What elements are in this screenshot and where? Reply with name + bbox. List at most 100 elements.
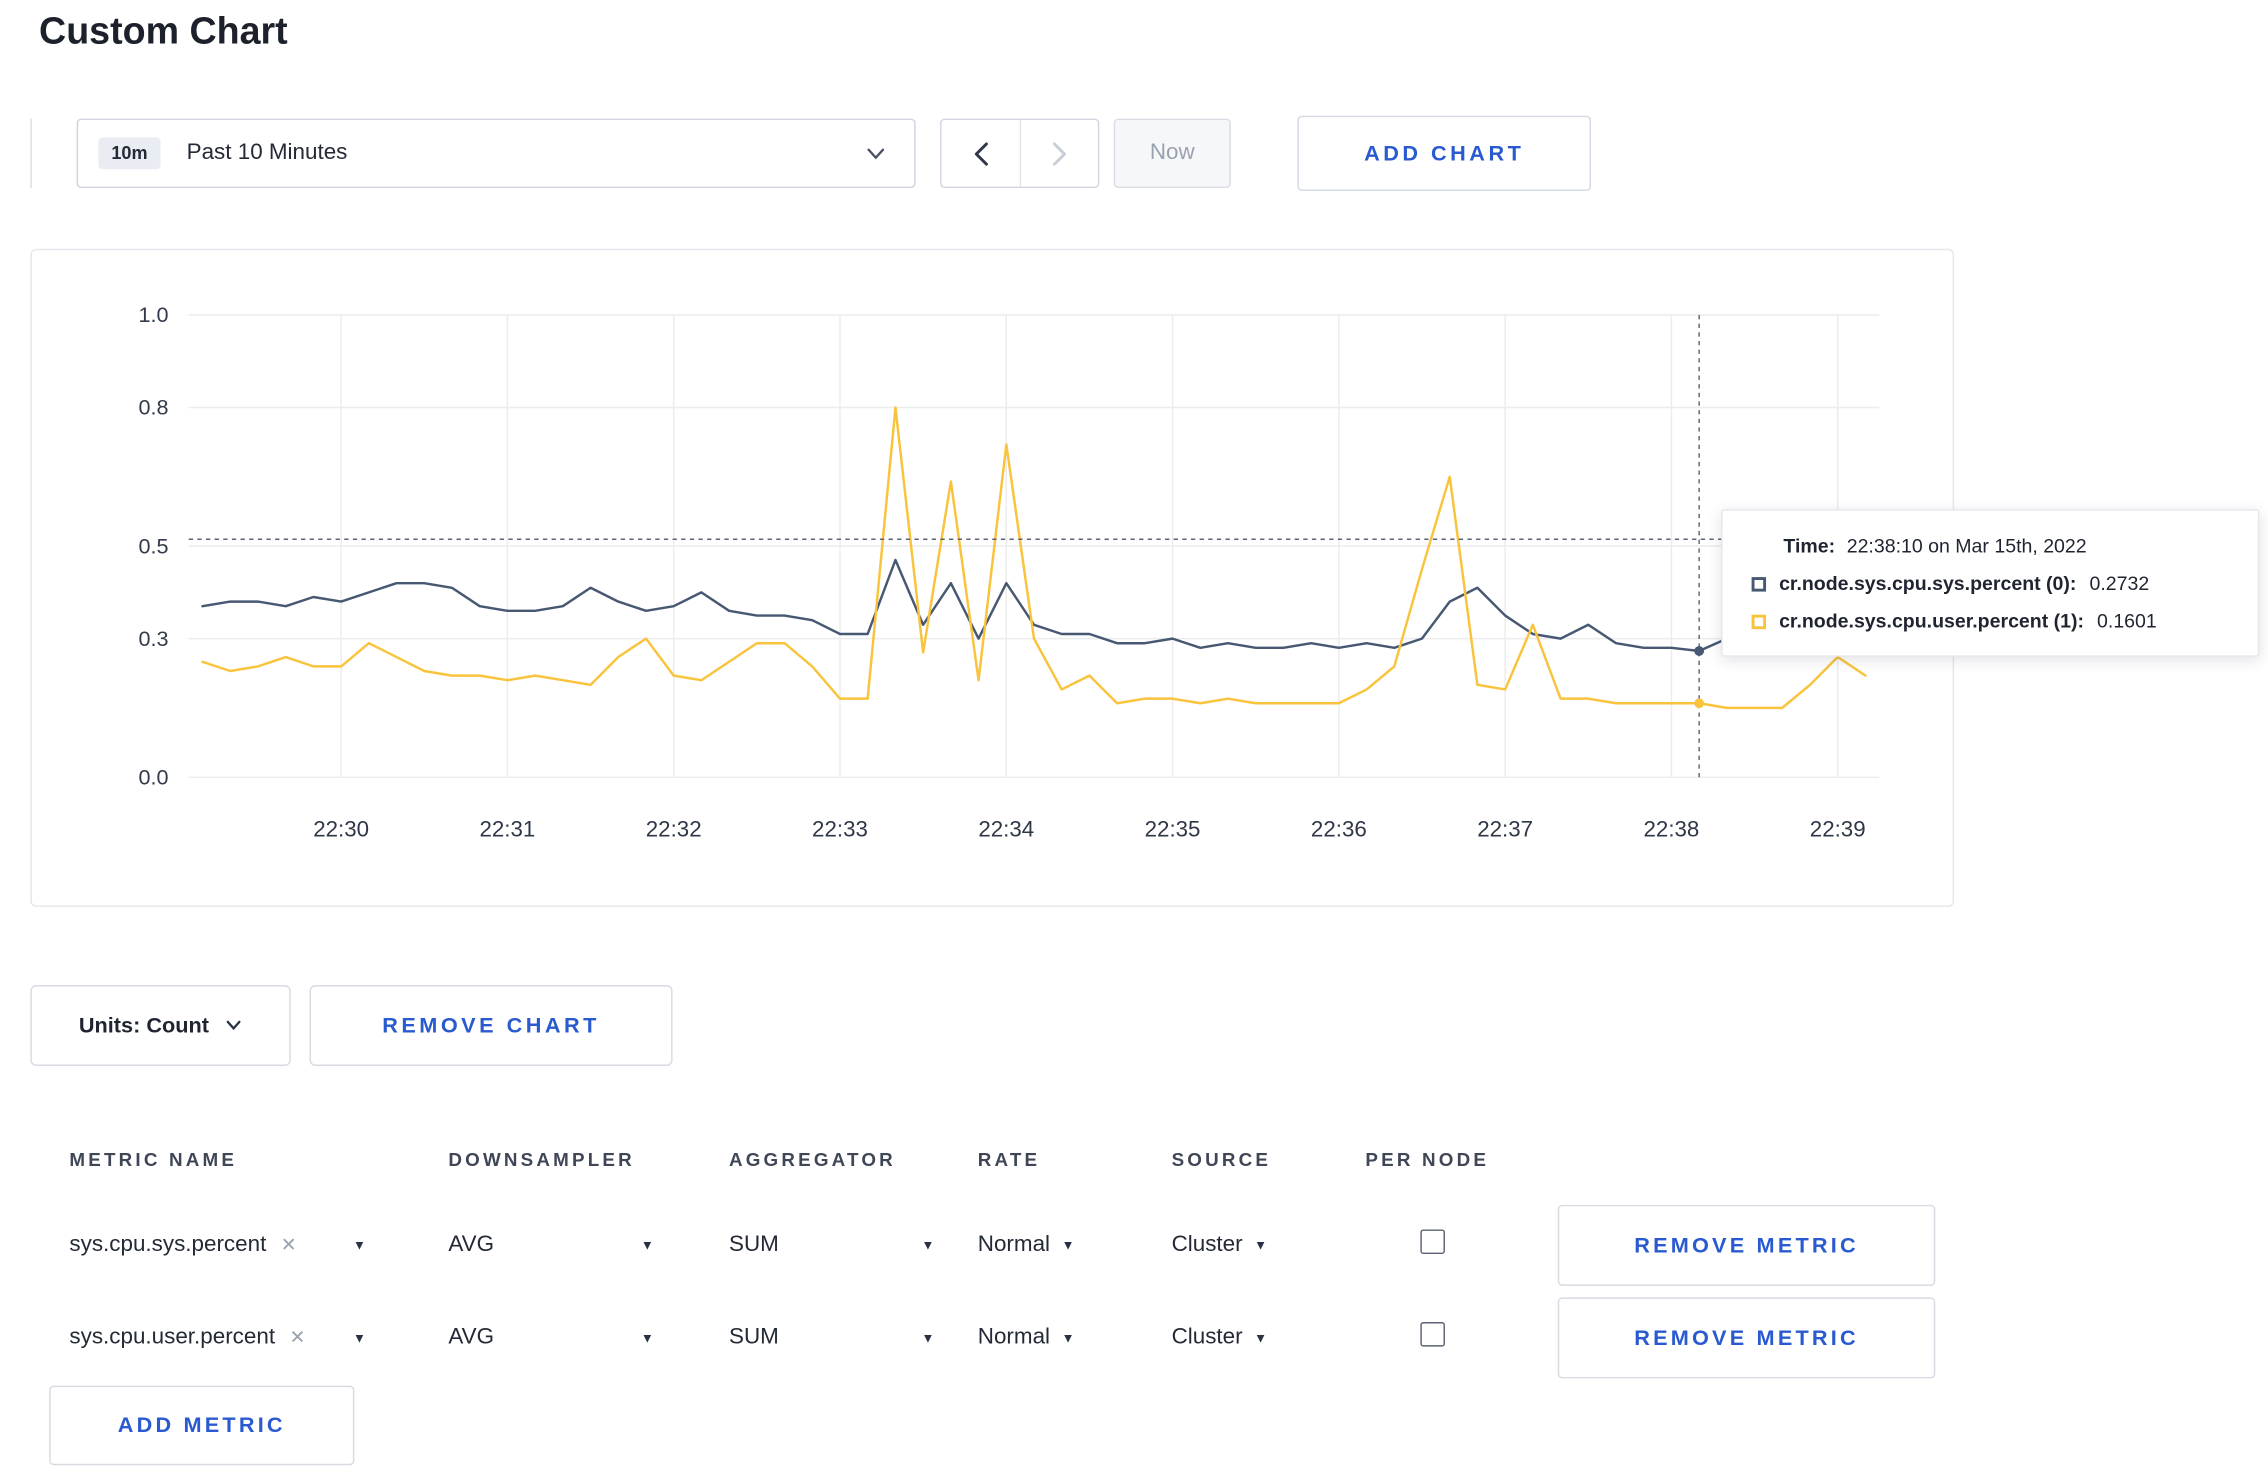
x-tick-label: 22:33 [812,816,868,841]
custom-chart-page: Custom Chart 10m Past 10 Minutes Now ADD… [0,0,2268,1478]
y-tick-label: 0.8 [138,395,168,420]
x-tick-label: 22:39 [1810,816,1866,841]
caret-down-icon: ▼ [921,1237,935,1252]
remove-metric-button[interactable]: REMOVE METRIC [1557,1204,1936,1286]
time-range-select[interactable]: 10m Past 10 Minutes [76,118,916,189]
chevron-right-icon [1052,141,1066,165]
tooltip-time: Time: 22:38:10 on Mar 15th, 2022 [1752,535,2229,557]
metric-name-value: sys.cpu.user.percent [69,1324,276,1350]
x-tick-label: 22:30 [313,816,369,841]
per-node-checkbox[interactable] [1420,1322,1445,1347]
actions-cell: REMOVE METRIC [1557,1204,1954,1286]
rate-value: Normal [977,1232,1051,1257]
time-range-badge: 10m [98,137,161,170]
per-node-cell [1365,1322,1557,1354]
metric-name-select[interactable]: sys.cpu.user.percent ✕ ▼ [69,1325,366,1351]
tooltip-series-value: 0.1601 [2097,610,2157,633]
units-label: Units: Count [78,1013,209,1038]
time-nav-group [940,118,1100,189]
chart-tooltip: Time: 22:38:10 on Mar 15th, 2022 cr.node.… [1721,509,2260,657]
per-node-cell [1365,1229,1557,1261]
downsampler-value: AVG [448,1324,495,1350]
tooltip-series-name: cr.node.sys.cpu.sys.percent (0): [1779,572,2077,595]
y-tick-label: 0.3 [138,626,168,651]
caret-down-icon: ▼ [1254,1237,1268,1252]
x-tick-label: 22:32 [646,816,702,841]
hover-point [1694,698,1705,709]
x-tick-label: 22:38 [1644,816,1700,841]
series-line-1 [201,406,1867,710]
tooltip-series-row: cr.node.sys.cpu.user.percent (1): 0.1601 [1751,610,2229,633]
downsampler-select[interactable]: AVG ▼ [448,1325,653,1351]
caret-down-icon: ▼ [1061,1329,1075,1345]
chevron-down-icon [866,147,885,160]
prev-time-button[interactable] [941,120,1020,187]
aggregator-value: SUM [728,1324,779,1350]
downsampler-value: AVG [448,1232,495,1257]
units-select[interactable]: Units: Count [30,984,291,1066]
caret-down-icon: ▼ [1061,1237,1075,1252]
source-value: Cluster [1171,1324,1243,1350]
rate-value: Normal [977,1324,1051,1350]
metric-name-value: sys.cpu.sys.percent [69,1232,267,1257]
add-metric-button[interactable]: ADD METRIC [49,1385,355,1466]
source-select[interactable]: Cluster ▼ [1172,1325,1366,1351]
chevron-left-icon [974,141,988,165]
source-value: Cluster [1171,1232,1243,1257]
metric-name-select[interactable]: sys.cpu.sys.percent ✕ ▼ [69,1232,366,1258]
hover-point [1694,646,1705,656]
x-tick-label: 22:37 [1477,816,1533,841]
toolbar-divider [30,118,32,189]
chart-panel: 1.0 0.8 0.5 0.3 0.0 22:30 22:31 22:32 22:33 22:34… [30,248,1955,907]
tooltip-time-value: 22:38:10 on Mar 15th, 2022 [1846,535,2087,557]
col-header-per-node: PER NODE [1365,1147,1490,1170]
downsampler-select[interactable]: AVG ▼ [448,1232,653,1258]
x-tick-label: 22:31 [479,816,535,841]
y-tick-label: 0.0 [138,764,168,789]
clear-metric-icon[interactable]: ✕ [290,1326,306,1349]
clear-metric-icon[interactable]: ✕ [281,1234,297,1257]
y-tick-label: 1.0 [138,302,168,327]
caret-down-icon: ▼ [353,1237,366,1252]
remove-chart-button[interactable]: REMOVE CHART [309,984,673,1066]
timeseries-chart[interactable]: 1.0 0.8 0.5 0.3 0.0 22:30 22:31 22:32 22:33 22:34… [32,250,1953,905]
caret-down-icon: ▼ [640,1237,654,1252]
time-range-label: Past 10 Minutes [186,140,348,165]
chevron-down-icon [227,1020,242,1031]
caret-down-icon: ▼ [353,1329,366,1345]
y-tick-label: 0.5 [138,533,168,558]
metric-row: sys.cpu.user.percent ✕ ▼ AVG ▼ SUM ▼ Nor… [30,1292,1954,1385]
col-header-source: SOURCE [1171,1147,1272,1170]
x-tick-label: 22:34 [978,816,1034,841]
caret-down-icon: ▼ [640,1329,654,1345]
page-title: Custom Chart [39,8,288,53]
toolbar: 10m Past 10 Minutes Now ADD CHART [30,115,1592,193]
next-time-button[interactable] [1019,120,1098,187]
caret-down-icon: ▼ [921,1329,935,1345]
caret-down-icon: ▼ [1254,1329,1268,1345]
rate-select[interactable]: Normal ▼ [978,1232,1172,1258]
col-header-downsampler: DOWNSAMPLER [448,1147,635,1170]
tooltip-time-label: Time: [1783,535,1836,557]
metric-row: sys.cpu.sys.percent ✕ ▼ AVG ▼ SUM ▼ Norm… [30,1199,1954,1292]
source-select[interactable]: Cluster ▼ [1172,1232,1366,1258]
per-node-checkbox[interactable] [1420,1229,1445,1255]
aggregator-select[interactable]: SUM ▼ [729,1325,934,1351]
x-tick-label: 22:35 [1145,816,1201,841]
series-swatch-icon [1751,576,1767,591]
tooltip-series-name: cr.node.sys.cpu.user.percent (1): [1779,610,2085,633]
remove-metric-button[interactable]: REMOVE METRIC [1557,1297,1936,1379]
metrics-table: METRIC NAME DOWNSAMPLER AGGREGATOR RATE … [30,1118,1955,1385]
tooltip-series-row: cr.node.sys.cpu.sys.percent (0): 0.2732 [1751,572,2229,595]
add-chart-button[interactable]: ADD CHART [1297,115,1592,191]
tooltip-series-value: 0.2732 [2089,572,2150,595]
aggregator-value: SUM [728,1232,779,1257]
col-header-metric-name: METRIC NAME [69,1147,238,1170]
aggregator-select[interactable]: SUM ▼ [729,1232,934,1258]
metrics-table-header: METRIC NAME DOWNSAMPLER AGGREGATOR RATE … [30,1118,1954,1199]
col-header-rate: RATE [977,1147,1041,1170]
x-tick-label: 22:36 [1311,816,1367,841]
rate-select[interactable]: Normal ▼ [978,1325,1172,1351]
col-header-aggregator: AGGREGATOR [728,1147,896,1170]
now-button[interactable]: Now [1113,118,1231,189]
